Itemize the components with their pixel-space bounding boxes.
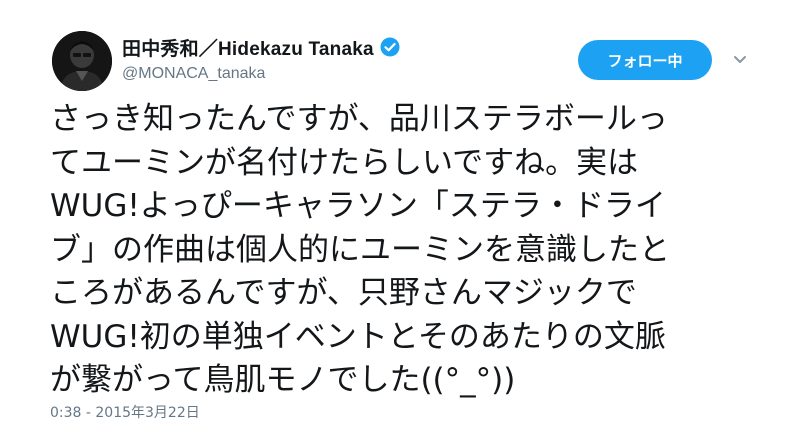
following-button[interactable]: フォロー中 [578, 40, 712, 80]
tweet-card: 田中秀和／Hidekazu Tanaka @MONACA_tanaka フォロー… [0, 0, 796, 440]
user-info: 田中秀和／Hidekazu Tanaka @MONACA_tanaka [122, 34, 400, 83]
tweet-text-line: さっき知ったんですが、品川ステラボールっ [50, 101, 668, 137]
tweet-text-line: が繋がって鳥肌モノでした((°_°)) [50, 362, 516, 398]
tweet-timestamp[interactable]: 0:38 - 2015年3月22日 [50, 402, 200, 422]
tweet-text-line: てユーミンが名付けたらしいですね。実は [50, 144, 639, 181]
avatar[interactable] [52, 31, 112, 91]
user-avatar-photo-icon [52, 31, 112, 91]
tweet-text-line: ブ」の作曲は個人的にユーミンを意識したと [50, 231, 670, 268]
user-handle[interactable]: @MONACA_tanaka [122, 65, 400, 83]
tweet-text: さっき知ったんですが、品川ステラボールっ てユーミンが名付けたらしいですね。実は… [50, 98, 750, 403]
tweet-text-line: WUG!初の単独イベントとそのあたりの文脈 [50, 318, 666, 355]
tweet-text-line: ころがあるんですが、只野さんマジックで [50, 275, 637, 311]
verified-badge-icon [380, 37, 400, 57]
name-row: 田中秀和／Hidekazu Tanaka [122, 34, 400, 60]
tweet-text-line: WUG!よっぴーキャラソン「ステラ・ドライ [50, 188, 666, 224]
chevron-down-icon[interactable] [730, 52, 750, 68]
display-name[interactable]: 田中秀和／Hidekazu Tanaka [122, 34, 374, 61]
